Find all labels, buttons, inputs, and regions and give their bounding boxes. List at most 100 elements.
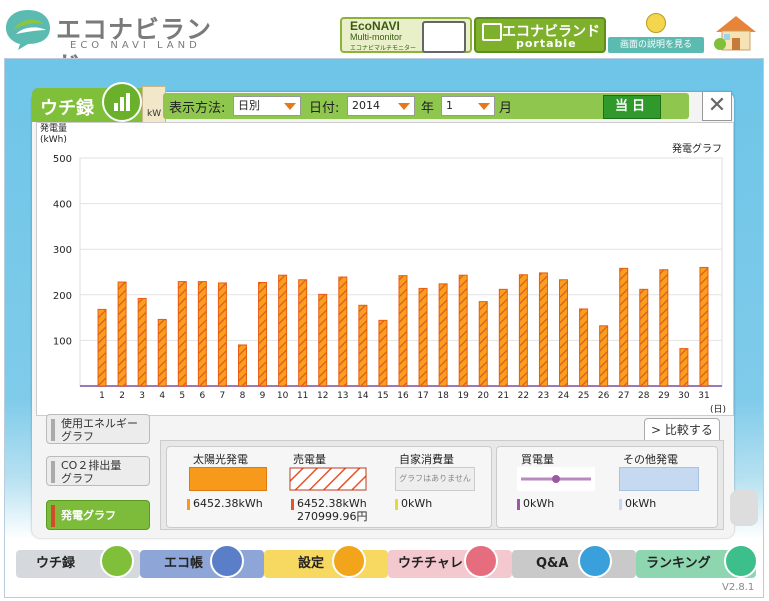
close-button[interactable]: ✕ (702, 91, 732, 121)
solar-label: 太陽光発電 (193, 453, 248, 466)
energy-usage-graph-button[interactable]: 使用エネルギー グラフ (46, 414, 150, 444)
x-tick-label: 3 (139, 391, 145, 401)
tab-title: ウチ録 (40, 98, 94, 119)
nav-label: ウチチャレ (398, 556, 463, 571)
solar-value: 6452.38kWh (187, 497, 263, 510)
x-tick-label: 13 (337, 391, 348, 401)
x-tick-label: 7 (220, 391, 226, 401)
bar-day-9 (258, 281, 268, 387)
nav-uchichare[interactable]: ウチチャレ (388, 544, 512, 578)
bar-day-21 (498, 288, 508, 387)
x-tick-label: 9 (260, 391, 266, 401)
y-tick-label: 100 (53, 336, 72, 347)
year-value: 2014 (352, 99, 380, 112)
eco-navi-land-logo[interactable]: エコナビランド ECO NAVI LAND (4, 4, 234, 80)
sold-label: 売電量 (293, 453, 326, 466)
bar-day-2 (117, 281, 127, 387)
home-icon[interactable] (712, 14, 760, 52)
buy-label: 買電量 (521, 453, 554, 466)
bar-day-8 (237, 344, 247, 387)
help-label: 画面の説明を見る (608, 37, 704, 53)
bar-day-23 (538, 272, 548, 387)
year-select[interactable]: 2014 (347, 96, 415, 116)
nav-ecocho[interactable]: エコ帳 (140, 544, 264, 578)
today-button[interactable]: 当日 (603, 95, 661, 119)
x-tick-label: 5 (179, 391, 185, 401)
bar-day-17 (418, 287, 428, 387)
bar-day-1 (97, 308, 107, 387)
portable-button[interactable]: エコナビランド portable (474, 17, 606, 53)
econavi-subtitle: Multi-monitor (350, 32, 403, 42)
sold-yen: 270999.96円 (297, 510, 368, 523)
x-tick-label: 15 (377, 391, 388, 401)
co2-emission-graph-button[interactable]: CO２排出量 グラフ (46, 456, 150, 486)
econavi-title: EcoNAVI (350, 19, 400, 33)
display-method-label: 表示方法: (169, 101, 226, 116)
month-select[interactable]: 1 (441, 96, 495, 116)
button-label: 発電グラフ (61, 509, 116, 522)
x-tick-label: 14 (357, 391, 369, 401)
self-consumption-value: 0kWh (395, 497, 432, 510)
chevron-down-icon (398, 103, 410, 110)
bar-day-22 (518, 274, 528, 387)
buy-value-text: 0kWh (523, 497, 555, 510)
bar-day-20 (478, 301, 488, 387)
portable-device-icon (482, 23, 502, 41)
econavi-multimonitor-button[interactable]: EcoNAVI Multi-monitor エコナビマルチモニター (340, 17, 472, 53)
x-tick-label: 22 (518, 391, 529, 401)
nav-label: 設定 (298, 556, 325, 571)
nav-label: Q&A (536, 556, 569, 571)
decoration-icon (730, 490, 758, 526)
x-tick-label: 29 (658, 391, 670, 401)
solar-value-text: 6452.38kWh (193, 497, 263, 510)
display-method-value: 日別 (238, 99, 260, 112)
notebook-icon (210, 544, 244, 578)
x-tick-label: 12 (317, 391, 328, 401)
y-tick-label: 500 (53, 154, 72, 165)
bar-day-12 (318, 293, 328, 387)
button-line1: CO２排出量 (61, 459, 122, 472)
bar-day-31 (699, 266, 709, 387)
legend-other-box: 買電量 0kWh その他発電 0kWh (496, 446, 718, 528)
screen-help-button[interactable]: 画面の説明を見る (608, 13, 704, 53)
buy-swatch (517, 467, 595, 491)
x-tick-label: 8 (240, 391, 246, 401)
button-accent (51, 461, 55, 483)
month-value: 1 (446, 99, 453, 112)
nav-qa[interactable]: Q&A (512, 544, 636, 578)
y-tick-label: 400 (53, 200, 72, 211)
button-line2: グラフ (61, 430, 94, 443)
sold-swatch (289, 467, 367, 491)
button-accent (51, 505, 55, 527)
bar-chart-icon (102, 82, 142, 122)
bar-day-5 (177, 281, 187, 387)
x-tick-label: 1 (99, 391, 105, 401)
crown-icon (724, 544, 758, 578)
x-tick-label: 2 (119, 391, 125, 401)
flag-icon (464, 544, 498, 578)
other-gen-value: 0kWh (619, 497, 656, 510)
bar-day-10 (278, 274, 288, 387)
x-tick-label: 27 (618, 391, 629, 401)
logo-subtitle: ECO NAVI LAND (70, 40, 201, 51)
compare-button[interactable]: > 比較する (644, 418, 720, 442)
bar-day-16 (398, 275, 408, 387)
y-axis-label-line: 発電量 (40, 124, 68, 134)
self-consumption-note: グラフはありません (395, 467, 475, 491)
x-tick-label: 21 (498, 391, 509, 401)
x-tick-label: 26 (598, 391, 610, 401)
bar-day-19 (458, 274, 468, 387)
top-bar: エコナビランド ECO NAVI LAND EcoNAVI Multi-moni… (0, 0, 769, 80)
nav-settings[interactable]: 設定 (264, 544, 388, 578)
solar-swatch (189, 467, 267, 491)
bar-day-3 (137, 297, 147, 387)
y-tick-label: 300 (53, 245, 72, 256)
self-consumption-label: 自家消費量 (399, 453, 454, 466)
nav-label: ランキング (646, 556, 711, 571)
y-tick-label: 200 (53, 291, 72, 302)
x-tick-label: 10 (277, 391, 289, 401)
display-method-select[interactable]: 日別 (233, 96, 301, 116)
generation-graph-button[interactable]: 発電グラフ (46, 500, 150, 530)
nav-uchiroku[interactable]: ウチ録 (16, 544, 140, 578)
nav-ranking[interactable]: ランキング (636, 544, 758, 578)
